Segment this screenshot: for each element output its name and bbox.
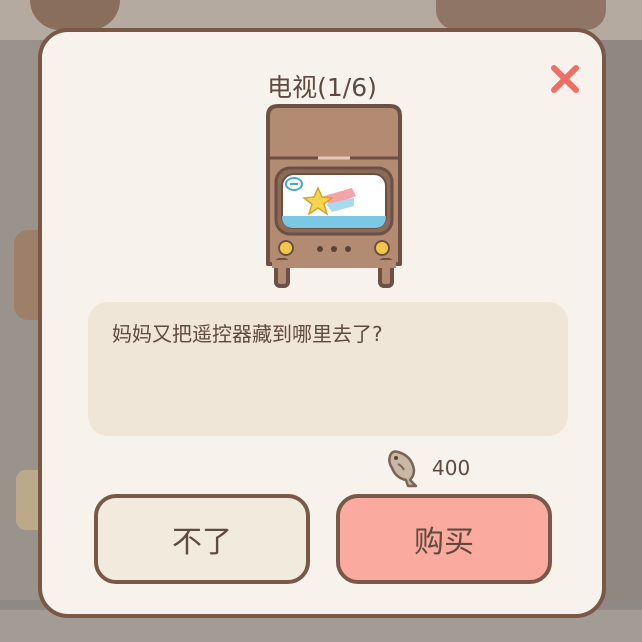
item-description: 妈妈又把遥控器藏到哪里去了? xyxy=(112,322,383,346)
price-value: 400 xyxy=(432,456,471,480)
decline-button[interactable]: 不了 xyxy=(94,494,310,584)
tv-icon xyxy=(266,104,402,288)
description-box: 妈妈又把遥控器藏到哪里去了? xyxy=(88,302,568,436)
dialog-title: 电视(1/6) xyxy=(267,73,377,102)
purchase-dialog: 电视(1/6) 妈妈又把遥控器藏到哪里去了? 400 不了 购买 xyxy=(38,28,606,618)
background-furniture xyxy=(436,0,606,30)
close-button[interactable] xyxy=(548,62,582,96)
buy-button[interactable]: 购买 xyxy=(336,494,552,584)
close-icon xyxy=(551,65,579,93)
fish-currency-icon xyxy=(388,450,418,488)
game-scene: 电视(1/6) 妈妈又把遥控器藏到哪里去了? 400 不了 购买 xyxy=(0,0,642,642)
price-display: 400 xyxy=(382,448,470,488)
background-furniture xyxy=(602,40,642,600)
